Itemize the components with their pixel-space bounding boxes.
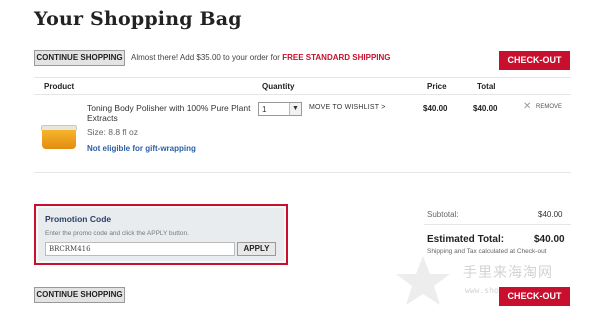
divider (34, 172, 571, 173)
quantity-select[interactable]: 1 ▼ (258, 102, 302, 116)
promo-code-input[interactable]: BRCRM416 (45, 242, 235, 256)
item-total: $40.00 (473, 104, 498, 113)
header-quantity: Quantity (262, 82, 295, 91)
chevron-down-icon[interactable]: ▼ (289, 103, 301, 115)
product-name[interactable]: Toning Body Polisher with 100% Pure Plan… (87, 103, 259, 123)
header-product: Product (44, 82, 75, 91)
divider (34, 77, 571, 78)
checkout-button-bottom[interactable]: CHECK-OUT (499, 287, 570, 306)
estimated-total-value: $40.00 (534, 234, 565, 245)
item-price: $40.00 (423, 104, 448, 113)
promo-code-panel: Promotion Code Enter the promo code and … (34, 204, 288, 265)
subtotal-label: Subtotal: (427, 210, 459, 219)
remove-link[interactable]: REMOVE (536, 104, 562, 110)
checkout-button[interactable]: CHECK-OUT (499, 51, 570, 70)
product-size: Size: 8.8 fl oz (87, 127, 139, 137)
subtotal-value: $40.00 (538, 210, 563, 219)
continue-shopping-button-bottom[interactable]: CONTINUE SHOPPING (34, 287, 125, 303)
page-title: Your Shopping Bag (34, 8, 242, 30)
promo-title: Promotion Code (45, 214, 112, 224)
star-icon (396, 256, 450, 305)
promo-hint: Enter the promo code and click the APPLY… (45, 230, 189, 237)
promo-code-panel-inner: Promotion Code Enter the promo code and … (38, 208, 284, 261)
divider (34, 94, 571, 95)
free-shipping-highlight: FREE STANDARD SHIPPING (282, 53, 391, 62)
estimated-total-label: Estimated Total: (427, 234, 505, 245)
header-price: Price (427, 82, 447, 91)
free-shipping-message-text: Almost there! Add $35.00 to your order f… (131, 53, 283, 62)
continue-shopping-button[interactable]: CONTINUE SHOPPING (34, 50, 125, 66)
gift-wrap-note: Not eligible for gift-wrapping (87, 144, 196, 153)
jar-body-shape (42, 130, 76, 149)
quantity-value: 1 (262, 105, 267, 114)
product-thumbnail[interactable] (41, 117, 77, 149)
header-total: Total (477, 82, 496, 91)
close-icon[interactable]: ✕ (523, 101, 531, 112)
divider (424, 224, 571, 225)
watermark-text: 手里来海淘网 (463, 265, 553, 281)
move-to-wishlist-link[interactable]: MOVE TO WISHLIST > (309, 104, 386, 111)
free-shipping-message: Almost there! Add $35.00 to your order f… (131, 53, 391, 62)
apply-button[interactable]: APPLY (237, 242, 276, 256)
